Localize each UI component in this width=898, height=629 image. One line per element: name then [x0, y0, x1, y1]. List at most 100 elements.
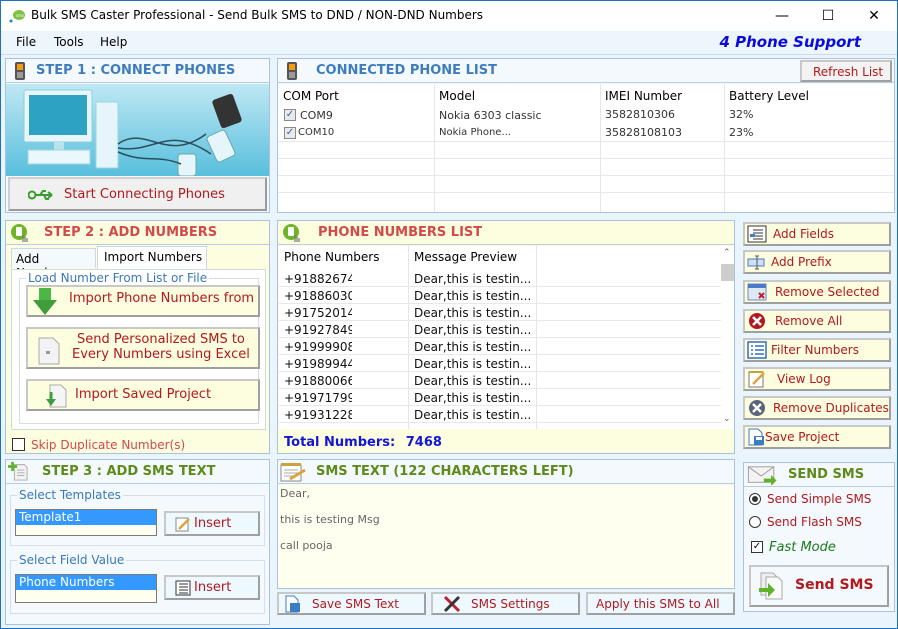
import-saved-project-label: Import Saved Project [75, 387, 212, 402]
save-sms-text-button[interactable]: Save SMS Text [277, 592, 426, 615]
remove-duplicates-button[interactable]: Remove Duplicates [743, 396, 891, 420]
remove-duplicates-label: Remove Duplicates [773, 401, 889, 415]
sms-text-panel: SMS TEXT (122 CHARACTERS LEFT) Dear, thi… [277, 459, 735, 589]
sms-text-editor[interactable]: Dear, this is testing Msg call pooja [278, 485, 734, 588]
minimize-button[interactable]: — [759, 1, 805, 31]
connect-phones-illustration [6, 84, 269, 177]
scroll-up-icon[interactable]: ⌃ [723, 248, 731, 258]
sms-text-title: SMS TEXT (122 CHARACTERS LEFT) [316, 464, 574, 479]
save-document-icon [285, 595, 300, 613]
add-document-icon [8, 461, 28, 481]
message-preview-cell: Dear,this is testin... [414, 340, 532, 354]
send-documents-icon [759, 572, 783, 600]
phone-numbers-list-header: PHONE NUMBERS LIST [278, 221, 734, 245]
import-phone-numbers-button[interactable]: Import Phone Numbers from [26, 285, 260, 317]
step3-header: STEP 3 : ADD SMS TEXT [6, 460, 269, 484]
apply-sms-to-all-button[interactable]: Apply this SMS to All [586, 592, 735, 615]
edit-note-icon [175, 517, 190, 532]
close-button[interactable]: ✕ [851, 1, 897, 31]
mobile-phone-icon [15, 62, 25, 80]
row-divider [278, 192, 894, 193]
menu-help[interactable]: Help [100, 35, 127, 49]
radio-selected-dot [752, 496, 758, 502]
minimize-icon: — [775, 8, 789, 24]
row-divider [279, 422, 721, 423]
sms-text-line: Dear, [280, 487, 310, 500]
phone-add-hand-icon [283, 224, 300, 242]
skip-duplicates-checkbox[interactable] [12, 438, 25, 451]
add-prefix-icon [747, 255, 765, 270]
view-log-icon [748, 371, 765, 388]
import-numbers-tab-panel: Load Number From List or File Import Pho… [11, 269, 266, 430]
phone-add-hand-icon [11, 224, 28, 242]
send-personalized-sms-button[interactable]: Send Personalized SMS to Every Numbers u… [26, 327, 260, 369]
remove-all-label: Remove All [775, 314, 843, 328]
remove-all-button[interactable]: Remove All [743, 309, 891, 333]
row-divider [279, 371, 721, 372]
row-divider [279, 388, 721, 389]
filter-numbers-button[interactable]: Filter Numbers [743, 338, 891, 362]
phone-numbers-list-title: PHONE NUMBERS LIST [318, 225, 483, 240]
row-divider [279, 405, 721, 406]
column-header-imei: IMEI Number [605, 89, 683, 103]
save-project-button[interactable]: Save Project [743, 425, 891, 449]
send-simple-sms-radio[interactable] [749, 493, 761, 505]
column-header-model: Model [439, 89, 476, 103]
insert-field-button[interactable]: Insert [164, 575, 260, 600]
notepad-pencil-icon [280, 463, 306, 482]
start-connecting-phones-button[interactable]: Start Connecting Phones [8, 177, 267, 211]
field-value-item[interactable]: Phone Numbers [16, 575, 156, 590]
save-project-icon [748, 428, 764, 446]
step2-panel: STEP 2 : ADD NUMBERS Add Numbers Import … [5, 220, 270, 454]
phone-number-cell: +91999908 [284, 340, 352, 354]
message-preview-cell: Dear,this is testin... [414, 357, 532, 371]
column-header-com-port: COM Port [283, 89, 339, 103]
refresh-list-button[interactable]: Refresh List [800, 60, 892, 82]
import-saved-project-button[interactable]: Import Saved Project [26, 379, 260, 411]
phone-select-checkbox[interactable]: ✓ [284, 109, 296, 121]
download-arrow-icon [33, 288, 57, 315]
select-field-value-label: Select Field Value [17, 553, 127, 567]
phone-number-cell: +91886030 [284, 289, 352, 303]
fast-mode-label: Fast Mode [769, 540, 836, 555]
add-fields-button[interactable]: Add Fields [743, 222, 891, 246]
imei-cell: 35828108103 [605, 126, 682, 139]
template-item[interactable]: Template1 [16, 510, 156, 525]
templates-listbox[interactable]: Template1 [15, 509, 157, 536]
maximize-button[interactable]: ☐ [805, 1, 851, 31]
row-divider [279, 354, 721, 355]
com-port-cell: COM10 [298, 127, 335, 138]
send-sms-button[interactable]: Send SMS [749, 565, 889, 607]
message-preview-cell: Dear,this is testin... [414, 272, 532, 286]
send-personalized-sms-label: Send Personalized SMS to Every Numbers u… [72, 332, 250, 362]
add-prefix-button[interactable]: Add Prefix [743, 250, 891, 274]
message-preview-cell: Dear,this is testin... [414, 408, 532, 422]
scrollbar-thumb[interactable] [721, 264, 734, 281]
phone-select-checkbox[interactable]: ✓ [284, 127, 296, 139]
phone-list-scrollbar[interactable]: ⌃ ⌄ [721, 246, 734, 429]
sms-settings-button[interactable]: SMS Settings [431, 592, 580, 615]
view-log-button[interactable]: View Log [743, 367, 891, 391]
message-preview-cell: Dear,this is testin... [414, 374, 532, 388]
connected-phone-list-title: CONNECTED PHONE LIST [316, 63, 497, 78]
column-header-battery: Battery Level [729, 89, 809, 103]
remove-selected-button[interactable]: Remove Selected [743, 280, 891, 304]
skip-duplicates-label: Skip Duplicate Number(s) [31, 438, 186, 452]
filter-numbers-icon [747, 341, 767, 359]
row-divider [278, 175, 894, 176]
menu-tools[interactable]: Tools [54, 35, 84, 49]
tab-add-numbers[interactable]: Add Numbers [11, 248, 96, 280]
insert-template-button[interactable]: Insert [164, 511, 260, 536]
phone-number-cell: +91931228 [284, 408, 352, 422]
send-flash-sms-radio[interactable] [749, 516, 761, 528]
fast-mode-checkbox[interactable]: ✓ [751, 541, 763, 553]
tab-import-numbers[interactable]: Import Numbers [97, 246, 207, 269]
menu-file[interactable]: File [16, 35, 36, 49]
field-value-listbox[interactable]: Phone Numbers [15, 574, 157, 603]
refresh-list-label: Refresh List [813, 65, 884, 79]
import-phone-numbers-label: Import Phone Numbers from [69, 291, 255, 306]
send-flash-sms-label: Send Flash SMS [767, 515, 862, 529]
scroll-down-icon[interactable]: ⌄ [723, 414, 731, 424]
send-sms-label: Send SMS [795, 577, 874, 593]
message-preview-cell: Dear,this is testin... [414, 289, 532, 303]
